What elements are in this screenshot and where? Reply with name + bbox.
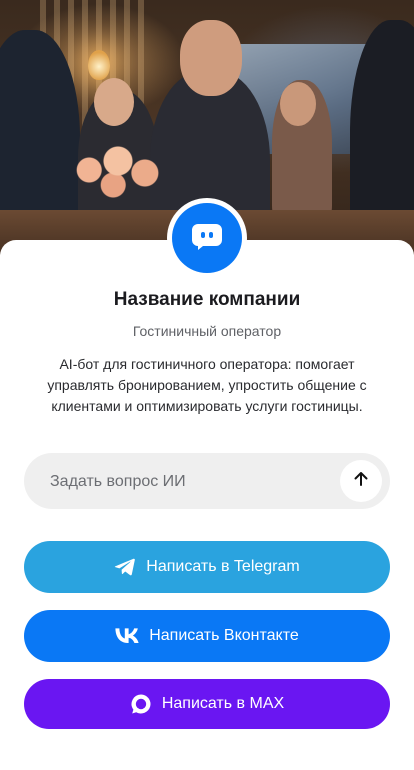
ask-ai-field xyxy=(24,453,390,511)
arrow-up-icon xyxy=(352,470,370,493)
company-description: AI-бот для гостиничного оператора: помог… xyxy=(47,356,367,414)
max-icon xyxy=(130,693,152,715)
vk-icon xyxy=(115,628,139,644)
vk-button[interactable]: Написать Вконтакте xyxy=(24,610,390,662)
telegram-button-label: Написать в Telegram xyxy=(146,558,300,575)
max-button-label: Написать в MAX xyxy=(161,695,285,712)
max-button[interactable]: Написать в MAX xyxy=(24,679,390,729)
chat-bot-icon xyxy=(189,218,225,259)
avatar xyxy=(172,203,242,273)
company-type: Гостиничный оператор xyxy=(132,323,282,339)
company-name: Название компании xyxy=(113,289,301,310)
telegram-button[interactable]: Написать в Telegram xyxy=(24,541,390,593)
send-button[interactable] xyxy=(340,460,382,502)
ask-ai-input[interactable] xyxy=(48,453,342,511)
vk-button-label: Написать Вконтакте xyxy=(149,627,299,644)
telegram-icon xyxy=(114,557,136,577)
